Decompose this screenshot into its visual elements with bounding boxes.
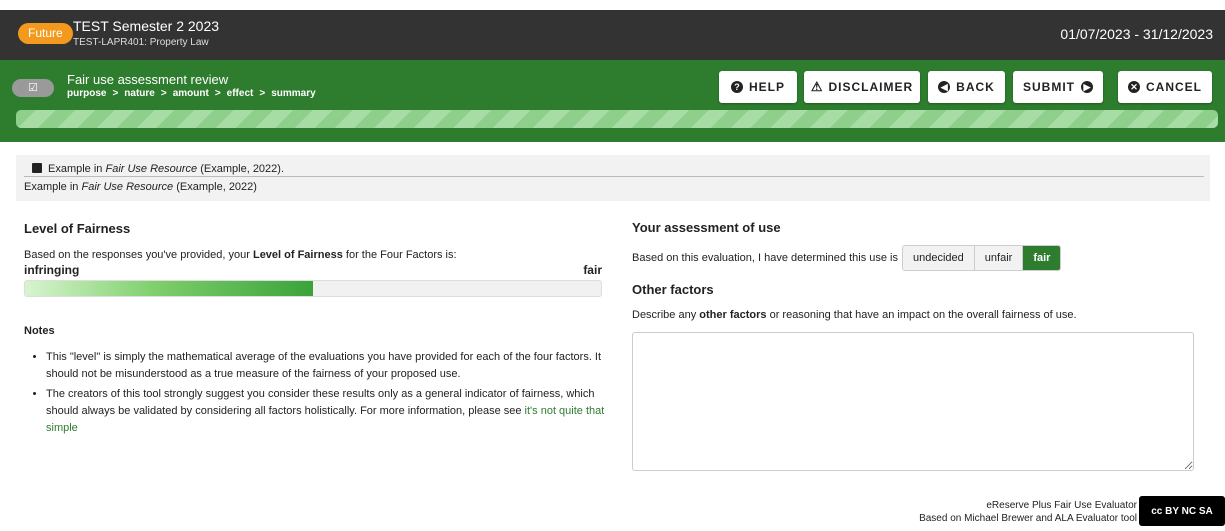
help-label: HELP [748, 80, 785, 94]
step-summary[interactable]: summary [271, 88, 315, 99]
step-breadcrumb: purpose > nature > amount > effect > sum… [67, 88, 316, 99]
citation-text: Example in [48, 163, 106, 175]
footer-credit: eReserve Plus Fair Use Evaluator Based o… [919, 499, 1137, 525]
level-desc-bold: Level of Fairness [252, 249, 343, 261]
citation-source: Fair Use Resource [105, 163, 198, 175]
footer-line1: eReserve Plus Fair Use Evaluator [986, 500, 1137, 511]
citation-panel [16, 155, 1210, 201]
step-amount[interactable]: amount [173, 88, 209, 99]
submit-button[interactable]: SUBMIT ▶ [1013, 71, 1103, 103]
step-separator: > [112, 88, 119, 99]
option-undecided[interactable]: undecided [903, 246, 975, 270]
step-separator: > [214, 88, 221, 99]
close-icon: ✕ [1128, 81, 1140, 93]
citation-text: (Example, 2022). [197, 163, 285, 175]
step-separator: > [259, 88, 266, 99]
arrow-left-icon: ◀ [938, 81, 951, 93]
step-nature[interactable]: nature [124, 88, 155, 99]
help-button[interactable]: ? HELP [719, 71, 797, 103]
disclaimer-button[interactable]: ⚠ DISCLAIMER [804, 71, 920, 103]
step-effect[interactable]: effect [227, 88, 254, 99]
level-desc-text: Based on the responses you've provided, … [24, 249, 253, 261]
citation-source: Fair Use Resource [81, 181, 174, 193]
back-label: BACK [956, 80, 995, 94]
notes-title: Notes [24, 325, 55, 337]
other-factors-description: Describe any other factors or reasoning … [632, 309, 1077, 321]
citation-divider [24, 176, 1204, 177]
course-header: Future TEST Semester 2 2023 TEST-LAPR401… [0, 10, 1225, 60]
date-range: 01/07/2023 - 31/12/2023 [1060, 26, 1213, 42]
toolbar-title: Fair use assessment review [67, 72, 229, 87]
level-description: Based on the responses you've provided, … [24, 249, 457, 261]
assessment-prompt: Based on this evaluation, I have determi… [632, 252, 898, 264]
note-item: The creators of this tool strongly sugge… [46, 386, 607, 437]
course-title: TEST Semester 2 2023 [73, 18, 220, 34]
option-fair[interactable]: fair [1023, 246, 1061, 270]
step-purpose[interactable]: purpose [67, 88, 106, 99]
level-desc-text: for the Four Factors is: [342, 249, 457, 261]
citation-primary: Example in Fair Use Resource (Example, 2… [32, 163, 284, 175]
course-code: TEST-LAPR401: Property Law [73, 37, 209, 48]
progress-bar [16, 110, 1218, 128]
cancel-label: CANCEL [1146, 80, 1202, 94]
check-icon: ☑ [12, 79, 54, 97]
other-factors-textarea[interactable] [632, 332, 1194, 471]
note-text: The creators of this tool strongly sugge… [46, 388, 595, 417]
book-icon [32, 163, 42, 173]
level-title: Level of Fairness [24, 221, 131, 236]
notes-list: This "level" is simply the mathematical … [32, 349, 607, 440]
cancel-button[interactable]: ✕ CANCEL [1118, 71, 1212, 103]
arrow-right-icon: ▶ [1081, 81, 1093, 93]
citation-text: Example in [24, 181, 82, 193]
other-desc-text: Describe any [632, 309, 700, 321]
disclaimer-label: DISCLAIMER [828, 80, 914, 94]
fairness-meter [24, 280, 602, 297]
citation-text: (Example, 2022) [173, 181, 257, 193]
other-desc-bold: other factors [699, 309, 767, 321]
cc-license-text: cc BY NC SA [1151, 505, 1213, 517]
cc-license-badge[interactable]: cc BY NC SA [1139, 496, 1225, 526]
assessment-toolbar: ☑ Fair use assessment review purpose > n… [0, 60, 1225, 142]
assessment-row: Based on this evaluation, I have determi… [632, 245, 1062, 271]
assessment-title: Your assessment of use [632, 220, 781, 235]
footer-line2: Based on Michael Brewer and ALA Evaluato… [919, 513, 1137, 524]
fairness-meter-fill [25, 281, 313, 296]
note-item: This "level" is simply the mathematical … [46, 349, 607, 383]
other-factors-title: Other factors [632, 282, 714, 297]
option-unfair[interactable]: unfair [974, 246, 1024, 270]
assessment-toggle: undecided unfair fair [902, 245, 1062, 271]
other-desc-text: or reasoning that have an impact on the … [766, 309, 1077, 321]
step-separator: > [160, 88, 167, 99]
future-badge: Future [18, 23, 73, 44]
question-icon: ? [730, 81, 743, 93]
back-button[interactable]: ◀ BACK [928, 71, 1005, 103]
warning-icon: ⚠ [810, 79, 823, 94]
scale-label-fair: fair [583, 263, 602, 277]
citation-secondary: Example in Fair Use Resource (Example, 2… [24, 181, 257, 193]
scale-label-infringing: infringing [24, 263, 80, 277]
submit-label: SUBMIT [1023, 80, 1075, 94]
